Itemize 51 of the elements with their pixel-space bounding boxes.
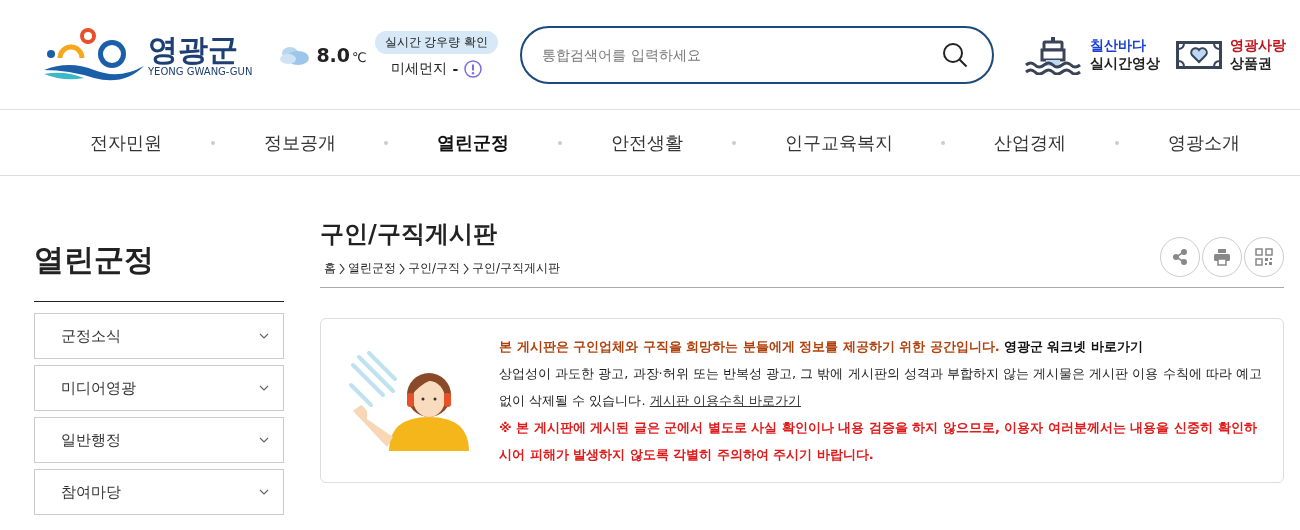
breadcrumb-link[interactable]: 구인/구직 — [408, 260, 461, 277]
info-icon[interactable] — [464, 60, 483, 78]
print-button[interactable] — [1202, 237, 1242, 277]
search-icon[interactable] — [942, 41, 969, 68]
sidebar-item[interactable]: 참여마당 — [34, 469, 284, 515]
sidebar-item[interactable]: 일반행정 — [34, 417, 284, 463]
search-field[interactable]: 통합검색어를 입력하세요 — [520, 25, 995, 84]
rules-link[interactable]: 게시판 이용수칙 바로가기 — [649, 393, 801, 408]
nav-menu-item[interactable]: 안전생활 — [610, 130, 683, 155]
nav-menu-item[interactable]: 인구교육복지 — [784, 130, 893, 155]
worknet-link[interactable]: 영광군 워크넷 바로가기 — [1003, 339, 1143, 354]
page-title: 구인/구직게시판 — [320, 219, 498, 250]
voucher-icon[interactable] — [1176, 40, 1223, 69]
temperature-unit: ℃ — [352, 49, 367, 65]
quick-link-subtitle[interactable]: 실시간영상 — [1090, 54, 1161, 72]
logo-subtitle: YEONG GWANG-GUN — [148, 65, 253, 77]
share-icon — [1171, 248, 1189, 266]
print-icon — [1213, 248, 1231, 266]
nav-menu-item[interactable]: 정보공개 — [263, 130, 336, 155]
qr-code-button[interactable] — [1244, 237, 1284, 277]
nav-menu-item[interactable]: 열린군정 — [437, 130, 510, 155]
quick-link-title[interactable]: 칠산바다 — [1090, 37, 1161, 55]
chevron-right-icon — [399, 261, 405, 276]
quick-link-title[interactable]: 영광사랑 — [1230, 37, 1287, 55]
quick-link-subtitle[interactable]: 상품권 — [1230, 54, 1287, 72]
notice-warning: ※ 본 게시판에 게시된 글은 군에서 별도로 사실 확인이나 내용 검증을 하지 않으므로, 이용자 여러분께서는 내용을 신중히 확인하시어 피해가 발생하지 않도록 각별히 주의하여 주시기 바랍니다. — [499, 419, 1258, 464]
chevron-icon — [259, 437, 269, 443]
notice-intro: 본 게시판은 구인업체와 구직을 희망하는 분들에게 정보를 제공하기 위한 공간입니다. 영광군 워크넷 바로가기 — [499, 338, 1144, 356]
chevron-icon — [259, 489, 269, 495]
breadcrumb-link[interactable]: 홈 — [324, 260, 336, 277]
temperature: 8.0 — [316, 43, 351, 66]
notice-text: 상업성이 과도한 광고, 과장·허위 또는 반복성 광고, 그 밖에 게시판의 성격과 부합하지 않는 게시물은 게시판 이용 수칙에 따라 예고 없이 삭제될 수 있습니다. 게시판 이용수칙 바로가기 — [499, 365, 1263, 410]
chevron-right-icon — [339, 261, 345, 276]
nav-menu-item[interactable]: 전자민원 — [90, 130, 162, 155]
breadcrumb-link[interactable]: 열린군정 — [348, 260, 396, 277]
sidebar-item[interactable]: 미디어영광 — [34, 365, 284, 411]
buoy-icon[interactable] — [1024, 34, 1083, 75]
rainfall-button[interactable]: 실시간 강우량 확인 — [374, 31, 499, 54]
chevron-icon — [259, 333, 269, 339]
chevron-icon — [259, 385, 269, 391]
nav-menu-item[interactable]: 영광소개 — [1167, 130, 1240, 155]
chevron-right-icon — [463, 261, 470, 276]
share-button[interactable] — [1160, 237, 1200, 277]
sidebar-item[interactable]: 군정소식 — [34, 313, 284, 359]
breadcrumb-link[interactable]: 구인/구직게시판 — [472, 260, 561, 277]
fine-dust-value: - — [452, 61, 459, 77]
logo-title[interactable]: 영광군 — [148, 32, 253, 66]
nav-menu-item[interactable]: 산업경제 — [994, 130, 1067, 155]
qr-code-icon — [1255, 248, 1273, 266]
fine-dust-label: 미세먼지 — [390, 60, 447, 78]
sidebar-title: 열린군정 — [34, 240, 284, 302]
